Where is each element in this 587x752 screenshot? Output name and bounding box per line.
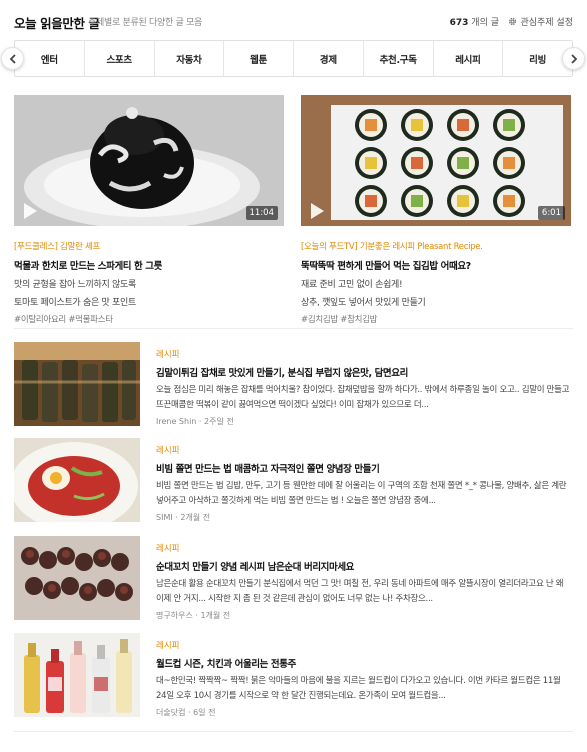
tab-category[interactable]: 경제 [294, 41, 364, 76]
next-category-button[interactable] [562, 47, 585, 70]
item-title[interactable]: 월드컵 시즌, 치킨과 어울리는 전통주 [156, 656, 573, 670]
item-category: 레시피 [156, 350, 180, 360]
item-snippet: 비빔 쫄면 만드는 법 김밥, 만두, 고기 등 웬만한 데에 잘 어울리는 이… [156, 481, 567, 506]
featured-desc: 토마토 페이스트가 숨은 맛 포인트 [14, 298, 136, 308]
item-meta: 명구하우스 · 1개월 전 [156, 611, 231, 620]
tab-category[interactable]: 자동차 [155, 41, 225, 76]
item-meta: SIMI · 2개월 전 [156, 513, 211, 522]
item-thumbnail[interactable] [14, 633, 140, 717]
play-icon [311, 203, 324, 219]
featured-tags[interactable]: #김치김밥 #참치김밥 [301, 313, 571, 325]
featured-video-thumbnail[interactable]: 11:04 [14, 95, 284, 226]
post-count-number: 673 [449, 18, 469, 28]
item-time: 6일 전 [193, 708, 216, 717]
item-snippet: 오늘 점심은 미리 해놓은 잡채를 먹어치울? 참이었다. 잡채덮밥을 할까 하… [156, 385, 570, 410]
item-body: 레시피 월드컵 시즌, 치킨과 어울리는 전통주 대~한민국! 짝짝짝~ 짝짝!… [156, 639, 573, 718]
item-time: 2개월 전 [180, 513, 211, 522]
divider [14, 731, 573, 732]
featured-desc: 맛의 균형을 잡아 느끼하지 않도록 [14, 280, 136, 290]
item-category: 레시피 [156, 544, 180, 554]
item-snippet: 남은순대 활용 순대꼬치 만들기 분식집에서 먹던 그 맛! 며칠 전, 우리 … [156, 579, 564, 604]
video-duration: 6:01 [537, 206, 565, 220]
item-meta: Irene Shin · 2주일 전 [156, 417, 234, 426]
item-author[interactable]: 명구하우스 [156, 611, 193, 620]
tab-category[interactable]: 추천.구독 [364, 41, 434, 76]
play-icon [24, 203, 37, 219]
item-thumbnail[interactable] [14, 342, 140, 426]
sundae-skewer-image [14, 536, 140, 620]
pasta-image [14, 95, 284, 226]
post-count-suffix: 개의 글 [471, 18, 499, 28]
featured-source[interactable]: [오늘의 푸드TV] 기분좋은 레시피 Pleasant Recipe. [301, 240, 571, 252]
interest-settings-button[interactable]: 관심주제 설정 [508, 15, 573, 28]
item-title[interactable]: 김말이튀김 잡채로 맛있게 만들기, 분식집 부럽지 않은맛, 담면요리 [156, 365, 573, 379]
page-header: 오늘 읽을만한 글 주제별로 분류된 다양한 글 모음 673 개의 글 관심주… [14, 13, 573, 31]
item-body: 레시피 순대꼬치 만들기 양념 레시피 남은순대 버리지마세요 남은순대 활용 … [156, 542, 573, 621]
item-meta: 더술닷컴 · 6일 전 [156, 708, 216, 717]
page-title: 오늘 읽을만한 글 [14, 16, 100, 31]
jjolmyeon-image [14, 438, 140, 522]
item-title[interactable]: 순대꼬치 만들기 양념 레시피 남은순대 버리지마세요 [156, 559, 573, 573]
list-item[interactable]: 레시피 김말이튀김 잡채로 맛있게 만들기, 분식집 부럽지 않은맛, 담면요리… [14, 342, 573, 427]
prev-category-button[interactable] [1, 47, 24, 70]
item-category: 레시피 [156, 446, 180, 456]
item-category: 레시피 [156, 641, 180, 651]
list-item[interactable]: 레시피 비빔 쫄면 만드는 법 매콤하고 자극적인 쫄면 양념장 만들기 비빔 … [14, 438, 573, 523]
featured-card[interactable]: 6:01 [오늘의 푸드TV] 기분좋은 레시피 Pleasant Recipe… [301, 95, 571, 325]
interest-settings-label: 관심주제 설정 [520, 18, 573, 28]
video-duration: 11:04 [245, 206, 278, 220]
item-thumbnail[interactable] [14, 536, 140, 620]
featured-source[interactable]: [푸드클레스] 김말란 셰프 [14, 240, 284, 252]
featured-card[interactable]: 11:04 [푸드클레스] 김말란 셰프 먹물과 한치로 만드는 스파게티 한 … [14, 95, 284, 325]
traditional-liquor-image [14, 633, 140, 717]
item-snippet: 대~한민국! 짝짝짝~ 짝짝! 붉은 악마들의 마음에 불을 지르는 월드컵이 … [156, 676, 561, 701]
item-body: 레시피 비빔 쫄면 만드는 법 매콤하고 자극적인 쫄면 양념장 만들기 비빔 … [156, 444, 573, 523]
featured-desc: 상추, 깻잎도 넣어서 맛있게 만들기 [301, 298, 426, 308]
item-author[interactable]: Irene Shin [156, 417, 196, 426]
featured-video-thumbnail[interactable]: 6:01 [301, 95, 571, 226]
item-author[interactable]: 더술닷컴 [156, 708, 185, 717]
featured-title[interactable]: 먹물과 한치로 만드는 스파게티 한 그릇 [14, 258, 284, 272]
item-title[interactable]: 비빔 쫄면 만드는 법 매콤하고 자극적인 쫄면 양념장 만들기 [156, 461, 573, 475]
fried-seaweed-rolls-image [14, 342, 140, 426]
tab-category[interactable]: 레시피 [434, 41, 504, 76]
tab-category[interactable]: 스포츠 [85, 41, 155, 76]
featured-tags[interactable]: #이탈리아요리 #먹물파스타 [14, 313, 284, 325]
category-tabs: 엔터 스포츠 자동차 웹툰 경제 추천.구독 레시피 리빙 [14, 40, 573, 77]
tab-category[interactable]: 웹툰 [224, 41, 294, 76]
page-subtitle: 주제별로 분류된 다양한 글 모음 [88, 18, 202, 28]
item-time: 1개월 전 [200, 611, 231, 620]
kimbap-image [301, 95, 571, 226]
featured-desc: 재료 준비 고민 없이 손쉽게! [301, 280, 403, 290]
item-author[interactable]: SIMI [156, 513, 173, 522]
list-item[interactable]: 레시피 월드컵 시즌, 치킨과 어울리는 전통주 대~한민국! 짝짝짝~ 짝짝!… [14, 633, 573, 718]
tab-category[interactable]: 엔터 [15, 41, 85, 76]
item-time: 2주일 전 [204, 417, 234, 426]
chevron-left-icon [9, 53, 16, 64]
featured-title[interactable]: 뚝딱뚝딱 편하게 만들어 먹는 집김밥 어때요? [301, 258, 571, 272]
item-thumbnail[interactable] [14, 438, 140, 522]
post-count: 673 개의 글 [450, 15, 499, 28]
gear-icon [509, 17, 517, 26]
list-item[interactable]: 레시피 순대꼬치 만들기 양념 레시피 남은순대 버리지마세요 남은순대 활용 … [14, 536, 573, 621]
chevron-right-icon [570, 53, 577, 64]
divider [14, 328, 573, 329]
item-body: 레시피 김말이튀김 잡채로 맛있게 만들기, 분식집 부럽지 않은맛, 담면요리… [156, 348, 573, 427]
